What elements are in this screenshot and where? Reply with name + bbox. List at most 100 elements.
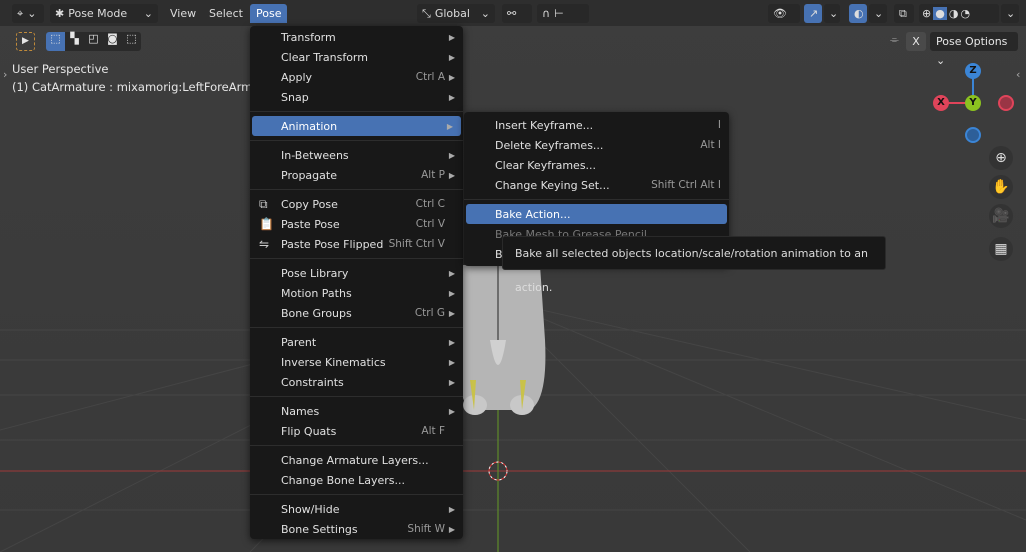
menu-item-clear-keyframes[interactable]: Clear Keyframes... <box>464 155 729 175</box>
shortcut-label: Shift Ctrl Alt I <box>651 179 721 191</box>
menu-item-clear-transform[interactable]: Clear Transform ▶ <box>250 47 463 67</box>
menu-item-bone-groups[interactable]: Bone Groups Ctrl G ▶ <box>250 303 463 323</box>
menu-item-label: Copy Pose <box>281 197 338 211</box>
orientation-select[interactable]: ⤡ Global ⌄ <box>417 4 495 23</box>
menu-item-in-betweens[interactable]: In-Betweens ▶ <box>250 145 463 165</box>
menu-item-parent[interactable]: Parent ▶ <box>250 332 463 352</box>
perspective-grid-icon[interactable]: ▦ <box>989 237 1013 261</box>
menu-item-label: Transform <box>281 30 336 44</box>
gizmo-dropdown[interactable]: ⌄ <box>824 4 840 23</box>
menu-item-label: Propagate <box>281 168 337 182</box>
menu-item-motion-paths[interactable]: Motion Paths ▶ <box>250 283 463 303</box>
menu-item-insert-keyframe[interactable]: Insert Keyframe... I <box>464 115 729 135</box>
gizmo-neg-x[interactable] <box>998 95 1014 111</box>
pan-hand-icon[interactable]: ✋ <box>989 175 1013 199</box>
overlay-dropdown[interactable]: ⌄ <box>869 4 887 23</box>
select-invert-icon[interactable]: ◙ <box>103 32 122 51</box>
menu-item-paste-pose[interactable]: 📋 Paste Pose Ctrl V <box>250 214 463 234</box>
menu-item-constraints[interactable]: Constraints ▶ <box>250 372 463 392</box>
menu-item-label: Change Keying Set... <box>495 178 610 192</box>
menu-item-change-keying-set[interactable]: Change Keying Set... Shift Ctrl Alt I <box>464 175 729 195</box>
menu-item-inverse-kinematics[interactable]: Inverse Kinematics ▶ <box>250 352 463 372</box>
gizmo-z[interactable]: Z <box>965 63 981 79</box>
submenu-arrow-icon: ▶ <box>448 406 455 416</box>
menu-select[interactable]: Select <box>203 4 249 23</box>
editor-type-button[interactable]: ⌖ ⌄ <box>12 4 44 23</box>
menu-item-label: Flip Quats <box>281 424 337 438</box>
pose-options-dropdown[interactable]: Pose Options ⌄ <box>930 32 1018 67</box>
gizmo-x[interactable]: X <box>933 95 949 111</box>
menu-item-propagate[interactable]: Propagate Alt P ▶ <box>250 165 463 185</box>
menu-item-change-armature-layers[interactable]: Change Armature Layers... <box>250 450 463 470</box>
menu-item-label: Motion Paths <box>281 286 352 300</box>
menu-item-change-bone-layers[interactable]: Change Bone Layers... <box>250 470 463 490</box>
menu-item-label: Paste Pose Flipped <box>281 237 384 251</box>
gizmo-y[interactable]: Y <box>965 95 981 111</box>
menu-item-label: Apply <box>281 70 313 84</box>
solid-icon[interactable]: ● <box>933 7 947 20</box>
shading-dropdown[interactable]: ⌄ <box>1001 4 1019 23</box>
menu-item-flip-quats[interactable]: Flip Quats Alt F <box>250 421 463 441</box>
menu-item-label: Insert Keyframe... <box>495 118 594 132</box>
snap-toggle[interactable]: ∩ ⊢ <box>537 4 589 23</box>
menu-separator <box>250 490 463 499</box>
select-tool-icon[interactable]: ▶ <box>16 32 35 51</box>
viewport-header: ⌖ ⌄ ✱ Pose Mode ⌄ View Select Pose ⤡ Global ⌄… <box>0 0 1026 26</box>
gizmo-neg-z[interactable] <box>965 127 981 143</box>
copy-icon: ⧉ <box>259 196 268 211</box>
pose-menu: Transform ▶ Clear Transform ▶ Apply Ctrl A ▶ Sn… <box>250 26 463 539</box>
mode-select[interactable]: ✱ Pose Mode ⌄ <box>50 4 158 23</box>
select-intersect-icon[interactable]: ⬚ <box>122 32 141 51</box>
menu-item-bone-settings[interactable]: Bone Settings Shift W ▶ <box>250 519 463 539</box>
rendered-icon[interactable]: ◔ <box>960 7 970 20</box>
pivot-icon: ⚯ <box>507 7 517 20</box>
select-extend-icon[interactable]: ▚ <box>65 32 84 51</box>
camera-icon[interactable]: 🎥 <box>989 204 1013 228</box>
menu-view[interactable]: View <box>164 4 202 23</box>
menu-item-label: Change Bone Layers... <box>281 473 406 487</box>
zoom-icon[interactable]: ⊕ <box>989 146 1013 170</box>
menu-item-apply[interactable]: Apply Ctrl A ▶ <box>250 67 463 87</box>
wireframe-icon[interactable]: ⊕ <box>922 7 931 20</box>
menu-item-paste-pose-flipped[interactable]: ⇋ Paste Pose Flipped Shift Ctrl V <box>250 234 463 254</box>
shortcut-label: Ctrl A <box>415 71 445 83</box>
menu-item-animation[interactable]: Animation ▶ <box>252 116 461 136</box>
menu-item-show-hide[interactable]: Show/Hide ▶ <box>250 499 463 519</box>
pivot-select[interactable]: ⚯ <box>502 4 532 23</box>
pose-icon: ✱ <box>55 7 65 20</box>
menu-item-copy-pose[interactable]: ⧉ Copy Pose Ctrl C <box>250 194 463 214</box>
shading-modes[interactable]: ⊕ ● ◑ ◔ <box>919 4 999 23</box>
menu-separator <box>250 254 463 263</box>
shortcut-label: Alt P <box>421 169 445 181</box>
shortcut-label: Ctrl C <box>415 198 445 210</box>
submenu-arrow-icon: ▶ <box>448 524 455 534</box>
eye-icon: 👁 <box>773 7 787 20</box>
menu-item-transform[interactable]: Transform ▶ <box>250 27 463 47</box>
object-editor-icon: ⌖ <box>17 6 24 20</box>
shortcut-label: Shift W <box>407 523 445 535</box>
material-icon[interactable]: ◑ <box>949 7 959 20</box>
menu-item-label: Names <box>281 404 320 418</box>
menu-item-delete-keyframes[interactable]: Delete Keyframes... Alt I <box>464 135 729 155</box>
gizmo-toggle[interactable]: ↗ <box>804 4 822 23</box>
menu-item-label: In-Betweens <box>281 148 349 162</box>
submenu-arrow-icon: ▶ <box>448 32 455 42</box>
select-new-icon[interactable]: ⬚ <box>46 32 65 51</box>
mirror-x-toggle[interactable]: X <box>906 32 926 51</box>
xray-toggle[interactable]: ⧉ <box>894 4 914 23</box>
menu-item-names[interactable]: Names ▶ <box>250 401 463 421</box>
submenu-arrow-icon: ▶ <box>448 150 455 160</box>
submenu-arrow-icon: ▶ <box>448 308 455 318</box>
submenu-arrow-icon: ▶ <box>448 377 455 387</box>
menu-item-bake-action[interactable]: Bake Action... <box>466 204 727 224</box>
paste-flipped-icon: ⇋ <box>259 237 270 251</box>
select-subtract-icon[interactable]: ◰ <box>84 32 103 51</box>
menu-item-pose-library[interactable]: Pose Library ▶ <box>250 263 463 283</box>
visibility-select[interactable]: 👁 <box>768 4 800 23</box>
menu-item-label: Clear Keyframes... <box>495 158 597 172</box>
toolbar-expand-icon[interactable]: › <box>3 68 7 81</box>
menu-pose[interactable]: Pose <box>250 4 288 23</box>
submenu-arrow-icon: ▶ <box>448 268 455 278</box>
menu-item-snap[interactable]: Snap ▶ <box>250 87 463 107</box>
overlay-toggle[interactable]: ◐ <box>849 4 867 23</box>
